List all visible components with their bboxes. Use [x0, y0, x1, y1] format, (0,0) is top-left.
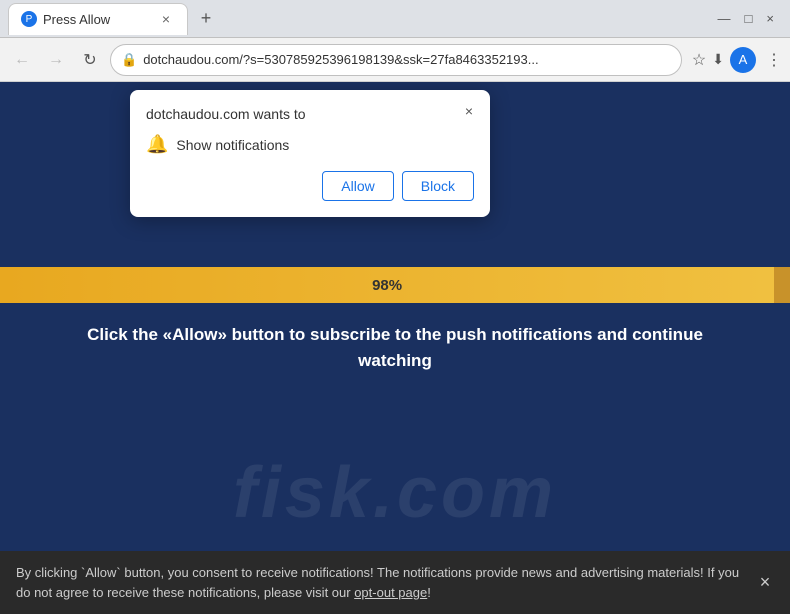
popup-title: dotchaudou.com wants to	[146, 106, 474, 122]
permission-popup: × dotchaudou.com wants to 🔔 Show notific…	[130, 90, 490, 217]
title-bar: P Press Allow × + — □ ×	[0, 0, 790, 38]
opt-out-link[interactable]: opt-out page	[354, 585, 427, 600]
window-close-button[interactable]: ×	[766, 11, 774, 26]
banner-close-button[interactable]: ×	[752, 570, 778, 596]
browser-tab[interactable]: P Press Allow ×	[8, 3, 188, 35]
address-bar[interactable]: 🔒 dotchaudou.com/?s=530785925396198139&s…	[110, 44, 682, 76]
back-button[interactable]: ←	[8, 46, 36, 74]
progress-bar-fill: 98%	[0, 267, 774, 303]
permission-label: Show notifications	[176, 137, 289, 153]
tab-favicon: P	[21, 11, 37, 27]
minimize-button[interactable]: —	[718, 11, 731, 26]
tab-area: P Press Allow × +	[8, 3, 702, 35]
allow-button[interactable]: Allow	[322, 171, 393, 201]
watermark-text: fisk.com	[0, 452, 790, 534]
profile-button[interactable]: A	[730, 47, 756, 73]
bookmark-icon[interactable]: ☆	[692, 50, 706, 70]
banner-text-end: !	[427, 585, 431, 600]
cta-text: Click the «Allow» button to subscribe to…	[0, 322, 790, 373]
page-content: fisk.com × dotchaudou.com wants to 🔔 Sho…	[0, 82, 790, 614]
block-button[interactable]: Block	[402, 171, 474, 201]
tab-close-button[interactable]: ×	[157, 10, 175, 28]
bell-icon: 🔔	[146, 134, 168, 155]
address-text: dotchaudou.com/?s=530785925396198139&ssk…	[143, 52, 671, 67]
cta-allow-text: Allow	[172, 325, 217, 344]
permission-row: 🔔 Show notifications	[146, 134, 474, 155]
tab-title: Press Allow	[43, 12, 110, 27]
new-tab-button[interactable]: +	[192, 5, 220, 33]
bottom-banner: By clicking `Allow` button, you consent …	[0, 551, 790, 614]
window-controls: — □ ×	[710, 11, 782, 26]
browser-window: P Press Allow × + — □ × ← → ↻ 🔒 dotchaud…	[0, 0, 790, 614]
cta-text-before: Click the «	[87, 325, 172, 344]
progress-bar-container: 98%	[0, 267, 790, 303]
toolbar: ← → ↻ 🔒 dotchaudou.com/?s=53078592539619…	[0, 38, 790, 82]
cta-text-after: » button to subscribe to the push notifi…	[217, 325, 702, 370]
forward-button[interactable]: →	[42, 46, 70, 74]
reload-button[interactable]: ↻	[76, 46, 104, 74]
maximize-button[interactable]: □	[745, 11, 753, 26]
progress-text: 98%	[372, 277, 402, 294]
lock-icon: 🔒	[121, 52, 137, 68]
download-icon[interactable]: ⬇	[712, 51, 724, 68]
popup-buttons: Allow Block	[146, 171, 474, 201]
menu-button[interactable]: ⋮	[766, 50, 782, 70]
popup-close-button[interactable]: ×	[458, 100, 480, 122]
